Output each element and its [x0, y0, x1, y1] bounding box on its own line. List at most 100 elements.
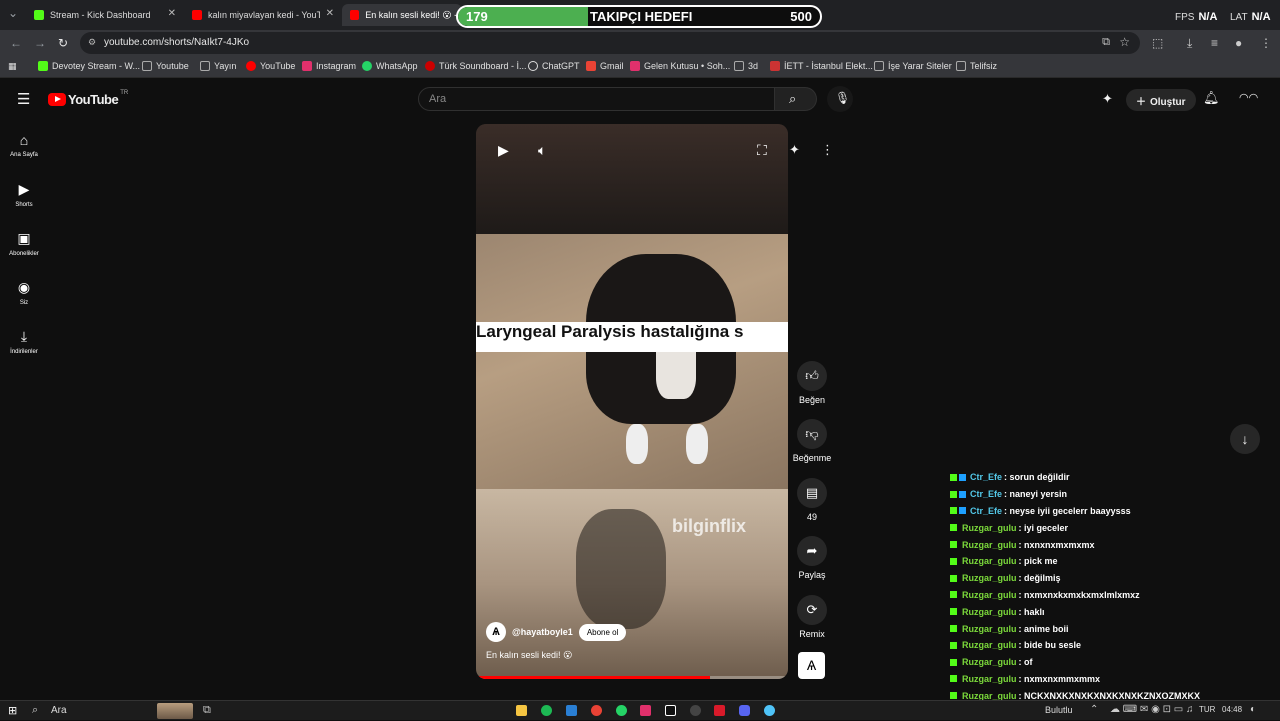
notification-center-icon[interactable]: ◐: [1250, 704, 1256, 715]
bookmark-folder[interactable]: Telifsiz: [956, 61, 997, 71]
search-input[interactable]: Ara: [418, 87, 775, 111]
fullscreen-icon[interactable]: ⛶: [757, 142, 767, 159]
taskbar-search-input[interactable]: Ara: [51, 705, 67, 716]
search-icon[interactable]: ⌕: [32, 704, 38, 717]
site-info-icon[interactable]: ⚙: [88, 37, 96, 48]
language-indicator[interactable]: TUR: [1199, 705, 1215, 714]
sidebar-item-you[interactable]: ◉ Siz: [0, 279, 48, 306]
instagram-icon[interactable]: [640, 705, 651, 716]
sidebar-item-shorts[interactable]: ▶ Shorts: [0, 181, 48, 208]
bookmark-folder[interactable]: Yayın: [200, 61, 236, 71]
spotify-icon[interactable]: [541, 705, 552, 716]
discord-icon[interactable]: [739, 705, 750, 716]
bookmark-item[interactable]: Devotey Stream - W...: [38, 61, 140, 71]
bookmark-item[interactable]: Gelen Kutusu • Soh...: [630, 61, 730, 71]
remix-top-icon[interactable]: ✦: [789, 142, 800, 158]
chat-message: Ruzgar_gulu: pick me: [950, 553, 1240, 570]
bookmark-folder[interactable]: İşe Yarar Siteler: [874, 61, 952, 71]
windows-start-icon[interactable]: ⊞: [8, 704, 17, 717]
tray-chevron-icon[interactable]: ⌃: [1090, 704, 1098, 715]
apps-grid-icon[interactable]: ▦: [8, 61, 17, 72]
profile-icon[interactable]: ●: [1235, 36, 1242, 50]
close-icon[interactable]: ✕: [326, 8, 334, 19]
subscribe-button[interactable]: Abone ol: [578, 623, 627, 641]
url-text: youtube.com/shorts/NaIkt7-4JKo: [104, 37, 250, 48]
chat-username: Ruzgar_gulu: [962, 640, 1017, 651]
tab-youtube-short[interactable]: En kalın sesli kedi! 😮 - Yo: [342, 4, 462, 26]
bookmark-item[interactable]: İETT - İstanbul Elekt...: [770, 61, 873, 71]
kick-badge-icon: [950, 473, 957, 481]
search-button[interactable]: ⌕: [775, 87, 817, 111]
task-view-icon[interactable]: ⧉: [203, 704, 211, 717]
comments-button[interactable]: ▤ 49: [792, 478, 832, 522]
clock[interactable]: 04:48: [1222, 705, 1242, 714]
bookmark-item[interactable]: ChatGPT: [528, 61, 580, 71]
notifications-bell-icon[interactable]: 🔔︎: [1203, 90, 1220, 106]
remix-button[interactable]: ⟳ Remix: [792, 595, 832, 639]
obs-icon[interactable]: [690, 705, 701, 716]
download-icon[interactable]: ⤓: [1187, 36, 1192, 51]
bookmark-item[interactable]: Türk Soundboard - İ...: [425, 61, 527, 71]
shorts-remix-icon[interactable]: ✦: [1102, 91, 1113, 107]
reload-icon[interactable]: ↻: [58, 36, 68, 50]
share-button[interactable]: ➦ Paylaş: [792, 536, 832, 580]
weather-text[interactable]: Bulutlu: [1045, 705, 1073, 715]
shorts-video-player[interactable]: Laryngeal Paralysis hastalığına s bilgin…: [476, 124, 788, 679]
create-button[interactable]: ＋ Oluştur: [1126, 89, 1196, 111]
video-progress-bar[interactable]: [476, 676, 788, 679]
whatsapp-icon[interactable]: [616, 705, 627, 716]
tab-youtube-search[interactable]: kalın miyavlayan kedi - YouTube ✕: [184, 4, 338, 26]
url-input[interactable]: ⚙ youtube.com/shorts/NaIkt7-4JKo ⧉ ☆: [80, 32, 1140, 54]
thumbs-up-icon: 👍︎: [797, 361, 827, 391]
more-options-icon[interactable]: ⋮: [821, 142, 834, 158]
play-icon[interactable]: ▶: [498, 142, 509, 159]
chat-username: Ruzgar_gulu: [962, 522, 1017, 533]
bookmark-folder[interactable]: Youtube: [142, 61, 189, 71]
sidebar-item-home[interactable]: ⌂ Ana Sayfa: [0, 132, 48, 158]
avatar[interactable]: ◠◠: [1239, 91, 1259, 105]
menu-kebab-icon[interactable]: ⋮: [1260, 36, 1272, 50]
sound-thumbnail[interactable]: Ѧ: [798, 652, 825, 679]
bookmark-star-icon[interactable]: ☆: [1119, 35, 1130, 49]
bookmark-item[interactable]: Gmail: [586, 61, 624, 71]
voice-search-button[interactable]: 🎙: [827, 86, 853, 112]
channel-name[interactable]: @hayatboyle1: [512, 627, 573, 637]
windows-taskbar: ⊞ ⌕ Ara ⧉ Bulutlu ⌃ ☁ ⌨ ✉ ◉ ⊡ ▭ ♫ TUR 04…: [0, 700, 1280, 720]
tab-label: Stream - Kick Dashboard: [50, 10, 151, 20]
extensions-icon[interactable]: ⬚: [1152, 36, 1163, 50]
shorts-icon: ▶: [18, 181, 30, 197]
chrome-icon[interactable]: [591, 705, 602, 716]
channel-avatar[interactable]: Ѧ: [486, 622, 506, 642]
sidebar-item-subscriptions[interactable]: ▣ Abonelikler: [0, 230, 48, 257]
dislike-button[interactable]: 👎︎ Beğenme: [792, 419, 832, 463]
next-video-button[interactable]: ↓: [1230, 424, 1260, 454]
sidebar-item-downloads[interactable]: ⤓ İndirilenler: [0, 328, 48, 355]
media-app-icon[interactable]: [714, 705, 725, 716]
tiktok-icon[interactable]: [665, 705, 676, 716]
chat-username: Ruzgar_gulu: [962, 623, 1017, 634]
video-description: En kalın sesli kedi! 😮: [486, 650, 573, 660]
tray-icons[interactable]: ☁ ⌨ ✉ ◉ ⊡ ▭ ♫: [1110, 704, 1194, 715]
tab-kick-dashboard[interactable]: Stream - Kick Dashboard ✕: [26, 4, 180, 26]
follower-count: 179: [466, 9, 488, 24]
forward-icon[interactable]: →: [34, 36, 46, 50]
reading-list-icon[interactable]: ≡: [1211, 36, 1218, 50]
kick-badge-icon: [950, 625, 957, 633]
bookmark-item[interactable]: Instagram: [302, 61, 356, 71]
tab-search-icon[interactable]: ⌄: [8, 6, 18, 20]
file-explorer-icon[interactable]: [516, 705, 527, 716]
search-highlight-image[interactable]: [157, 703, 193, 719]
install-icon[interactable]: ⧉: [1102, 36, 1110, 49]
back-icon[interactable]: ←: [10, 36, 22, 50]
like-button[interactable]: 👍︎ Beğen: [792, 361, 832, 405]
youtube-logo[interactable]: YouTube TR: [48, 90, 128, 107]
steam-icon[interactable]: [764, 705, 775, 716]
volume-icon[interactable]: 🔈︎: [538, 142, 546, 159]
vscode-icon[interactable]: [566, 705, 577, 716]
close-icon[interactable]: ✕: [168, 8, 176, 19]
bookmark-item[interactable]: WhatsApp: [362, 61, 418, 71]
chat-message: Ruzgar_gulu: nxmxnxkxmxkxmxlmlxmxz: [950, 587, 1240, 604]
bookmark-folder[interactable]: 3d: [734, 61, 758, 71]
bookmark-item[interactable]: YouTube: [246, 61, 295, 71]
hamburger-menu-icon[interactable]: ☰: [17, 90, 30, 108]
